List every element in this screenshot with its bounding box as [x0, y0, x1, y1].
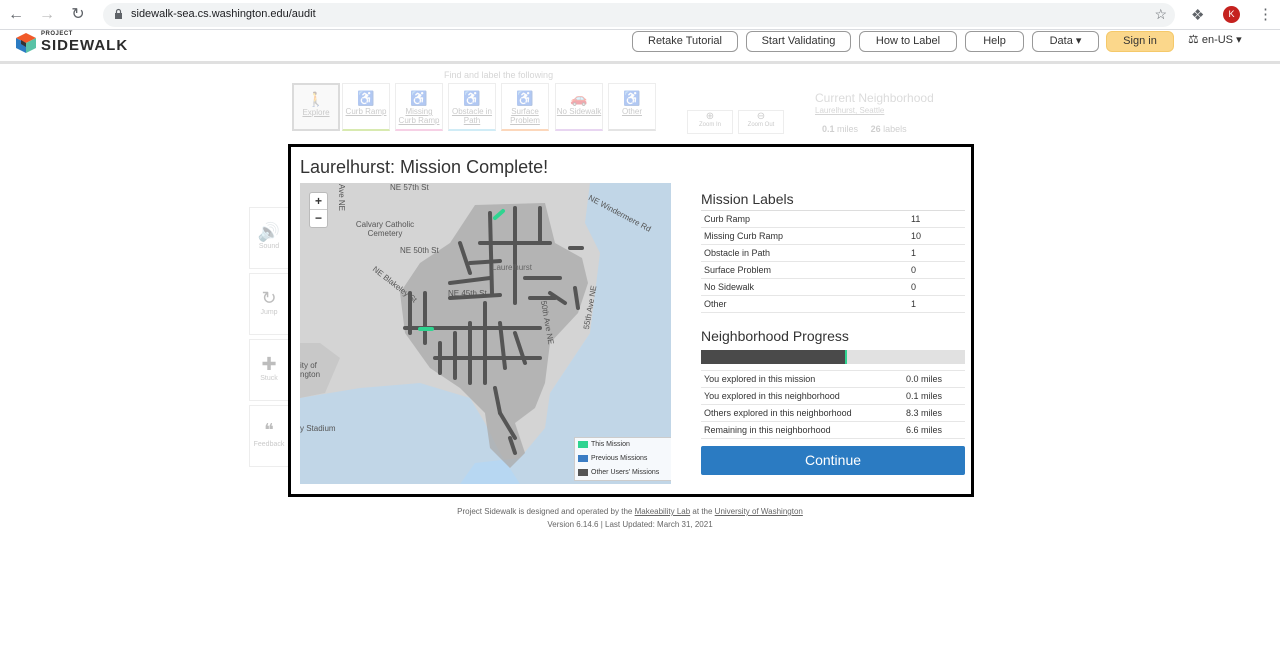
extensions-puzzle-icon[interactable]: ❖	[1191, 6, 1204, 24]
map-legend: This Mission Previous Missions Other Use…	[574, 437, 671, 481]
map-zoom-control: + −	[309, 192, 328, 228]
table-row: You explored in this neighborhood 0.1 mil…	[701, 388, 965, 405]
help-button[interactable]: Help	[965, 31, 1024, 52]
current-neighborhood-link[interactable]: Laurelhurst, Seattle	[815, 106, 884, 115]
mission-summary-panel: Mission Labels Curb Ramp 11 Missing Curb …	[701, 191, 965, 475]
page-footer: Project Sidewalk is designed and operate…	[0, 505, 1260, 531]
bookmark-star-icon[interactable]: ☆	[1154, 6, 1167, 23]
address-bar[interactable]: sidewalk-sea.cs.washington.edu/audit ☆	[103, 3, 1175, 27]
forward-arrow-icon[interactable]: →	[37, 5, 57, 25]
back-arrow-icon[interactable]: ←	[6, 5, 26, 25]
curb-ramp-icon: ♿	[357, 90, 375, 106]
footer-credit: Project Sidewalk is designed and operate…	[457, 507, 803, 516]
table-row: Missing Curb Ramp 10	[701, 228, 965, 245]
legend-swatch	[578, 441, 588, 448]
legend-item-this-mission: This Mission	[575, 438, 671, 452]
legend-item-previous-missions: Previous Missions	[575, 452, 671, 466]
mode-other-button[interactable]: ♿ Other	[608, 83, 656, 131]
mission-labels-heading: Mission Labels	[701, 191, 965, 211]
browser-toolbar: ← → ↻ sidewalk-sea.cs.washington.edu/aud…	[0, 0, 1280, 30]
footer-version: Version 6.14.6 | Last Updated: March 31,…	[547, 520, 713, 529]
neighborhood-map[interactable]: NE 57th St Calvary Catholic Cemetery NE …	[300, 183, 671, 484]
project-sidewalk-logo[interactable]: PROJECT SIDEWALK	[14, 31, 134, 55]
map-label-laurelhurst: Laurelhurst	[492, 263, 533, 272]
mode-surface-problem-button[interactable]: ♿ Surface Problem	[501, 83, 549, 131]
neighborhood-progress-heading: Neighborhood Progress	[701, 328, 849, 344]
table-row: Other 1	[701, 296, 965, 313]
language-selector[interactable]: ⚖ en-US ▾	[1188, 32, 1242, 46]
map-label-ne-57th: NE 57th St	[390, 183, 429, 192]
start-validating-button[interactable]: Start Validating	[746, 31, 851, 52]
modal-title: Laurelhurst: Mission Complete!	[300, 157, 549, 177]
magnifier-minus-icon: ⊖	[756, 111, 766, 122]
feedback-button[interactable]: ❝ Feedback	[249, 405, 289, 467]
translate-icon: ⚖	[1188, 32, 1199, 46]
continue-button[interactable]: Continue	[701, 446, 965, 475]
how-to-label-button[interactable]: How to Label	[859, 31, 957, 52]
browser-menu-icon[interactable]: ⋮	[1258, 5, 1273, 23]
progress-fill	[701, 350, 847, 364]
logo-big-text: SIDEWALK	[41, 37, 129, 54]
signpost-icon: ✚	[261, 354, 277, 374]
progress-mission-marker	[845, 350, 848, 364]
speech-bubble-icon: ❝	[264, 420, 274, 440]
table-row: No Sidewalk 0	[701, 279, 965, 296]
sound-button[interactable]: 🔊 Sound	[249, 207, 289, 269]
site-header: PROJECT SIDEWALK Retake Tutorial Start V…	[0, 30, 1280, 64]
uw-link[interactable]: University of Washington	[715, 507, 803, 516]
jump-button[interactable]: ↻ Jump	[249, 273, 289, 335]
table-row: You explored in this mission 0.0 miles	[701, 371, 965, 388]
zoom-out-button[interactable]: ⊖ Zoom Out	[738, 110, 784, 134]
speaker-icon: 🔊	[257, 222, 281, 242]
map-label-ave-ne: Ave NE	[336, 184, 346, 211]
zoom-in-button[interactable]: ⊕ Zoom In	[687, 110, 733, 134]
makeability-lab-link[interactable]: Makeability Lab	[635, 507, 691, 516]
mode-missing-curb-ramp-button[interactable]: ♿ Missing Curb Ramp	[395, 83, 443, 131]
table-row: Curb Ramp 11	[701, 211, 965, 228]
map-label-cemetery: Calvary Catholic Cemetery	[355, 220, 415, 238]
mode-obstacle-button[interactable]: ♿ Obstacle in Path	[448, 83, 496, 131]
map-label-university: ity of ngton	[300, 361, 321, 379]
obstacle-icon: ♿	[463, 90, 481, 106]
map-zoom-out-button[interactable]: −	[310, 210, 327, 227]
mission-complete-modal: Laurelhurst: Mission Complete! NE 57th S…	[288, 144, 974, 497]
legend-swatch	[578, 455, 588, 462]
legend-item-other-users: Other Users' Missions	[575, 466, 671, 480]
no-sidewalk-icon: 🚗	[570, 90, 588, 106]
surface-problem-icon: ♿	[516, 90, 534, 106]
mode-no-sidewalk-button[interactable]: 🚗 No Sidewalk	[555, 83, 603, 131]
table-row: Others explored in this neighborhood 8.3 …	[701, 405, 965, 422]
neighborhood-progress-bar	[701, 350, 965, 364]
lock-icon	[115, 8, 122, 19]
table-row: Obstacle in Path 1	[701, 245, 965, 262]
table-row: Remaining in this neighborhood 6.6 miles	[701, 422, 965, 439]
retake-tutorial-button[interactable]: Retake Tutorial	[632, 31, 738, 52]
progress-stats-table: You explored in this mission 0.0 miles Yo…	[701, 370, 965, 439]
stuck-button[interactable]: ✚ Stuck	[249, 339, 289, 401]
jump-arrow-icon: ↻	[261, 288, 277, 308]
other-icon: ♿	[623, 90, 641, 106]
reload-icon[interactable]: ↻	[68, 5, 88, 25]
data-dropdown-button[interactable]: Data ▾	[1032, 31, 1099, 52]
profile-avatar[interactable]: K	[1223, 6, 1240, 23]
logo-mark-icon	[16, 33, 36, 53]
mode-explore-button[interactable]: 🚶 Explore	[292, 83, 340, 131]
map-zoom-in-button[interactable]: +	[310, 193, 327, 210]
find-and-label-text: Find and label the following	[444, 70, 554, 80]
map-label-ne-50th: NE 50th St	[400, 246, 439, 255]
legend-swatch	[578, 469, 588, 476]
table-row: Surface Problem 0	[701, 262, 965, 279]
language-label: en-US ▾	[1201, 34, 1242, 46]
missing-curb-ramp-icon: ♿	[410, 90, 428, 106]
map-label-ne-45th: NE 45th St	[448, 289, 487, 298]
url-text: sidewalk-sea.cs.washington.edu/audit	[131, 8, 316, 20]
sign-in-button[interactable]: Sign in	[1106, 31, 1174, 52]
mode-curb-ramp-button[interactable]: ♿ Curb Ramp	[342, 83, 390, 131]
map-label-stadium: y Stadium	[300, 424, 336, 433]
neighborhood-stats: 0.1 miles 26 labels	[822, 124, 907, 134]
magnifier-plus-icon: ⊕	[705, 111, 715, 122]
mission-labels-table: Curb Ramp 11 Missing Curb Ramp 10 Obstacle…	[701, 211, 965, 313]
walking-person-icon: 🚶	[307, 91, 325, 107]
current-neighborhood-title: Current Neighborhood	[815, 91, 934, 105]
